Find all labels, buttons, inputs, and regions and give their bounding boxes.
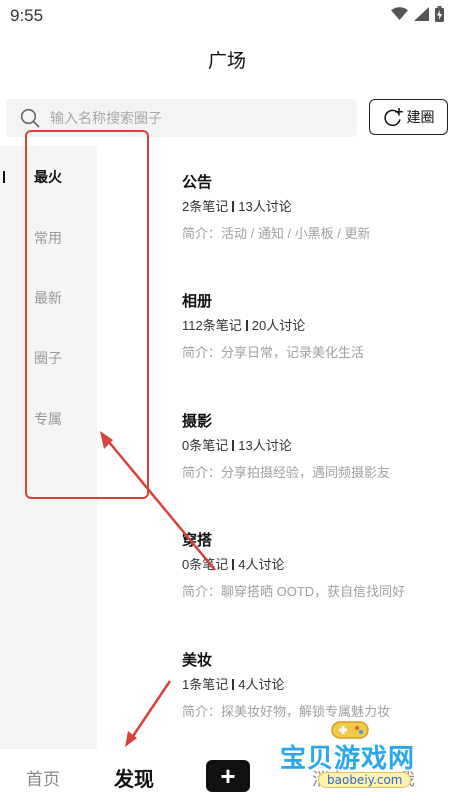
create-circle-button[interactable]: 建圈: [369, 99, 448, 135]
cellular-signal-icon: [414, 7, 429, 21]
category-sidebar: 最火 常用 最新 圈子 专属: [0, 146, 97, 749]
circle-notes: 112条笔记: [182, 318, 242, 333]
create-circle-label: 建圈: [406, 109, 435, 125]
circle-notes: 2条笔记: [182, 199, 229, 214]
nav-add-button[interactable]: +: [206, 760, 250, 792]
bottom-nav: 首页 发现 + 消息 我: [0, 749, 454, 807]
stat-separator: [232, 679, 235, 690]
circle-list: 公告 2条笔记 13人讨论 简介：活动 / 通知 / 小黑板 / 更新 相册 11…: [97, 146, 454, 749]
circle-name: 穿搭: [182, 532, 213, 549]
circle-description: 简介：探美妆好物，解锁专属魅力妆: [182, 704, 391, 719]
circle-discussions: 13人讨论: [238, 438, 292, 453]
search-icon: [20, 108, 40, 128]
circle-description: 简介：活动 / 通知 / 小黑板 / 更新: [182, 226, 371, 241]
circle-name: 公告: [182, 174, 213, 191]
circle-name: 摄影: [182, 413, 213, 430]
circle-item-album[interactable]: 相册 112条笔记 20人讨论 简介：分享日常，记录美化生活: [182, 292, 442, 362]
circle-stats: 0条笔记 4人讨论: [182, 556, 442, 574]
sidebar-item-circles[interactable]: 圈子: [34, 348, 62, 368]
circle-discussions: 20人讨论: [251, 318, 306, 333]
title-bar: 广场: [0, 40, 454, 84]
stat-separator: [232, 559, 235, 570]
sidebar-item-newest[interactable]: 最新: [34, 288, 62, 308]
circle-item-photography[interactable]: 摄影 0条笔记 13人讨论 简介：分享拍摄经验，遇同频摄影友: [182, 412, 442, 482]
circle-discussions: 13人讨论: [238, 199, 292, 214]
circle-name: 美妆: [182, 652, 213, 669]
circle-stats: 1条笔记 4人讨论: [182, 676, 442, 694]
nav-messages[interactable]: 消息: [312, 765, 346, 790]
status-bar: 9:55: [0, 0, 454, 32]
stat-separator: [232, 440, 235, 451]
circle-stats: 112条笔记 20人讨论: [182, 317, 442, 335]
circle-item-makeup[interactable]: 美妆 1条笔记 4人讨论 简介：探美妆好物，解锁专属魅力妆: [182, 651, 442, 721]
circle-description: 简介：分享拍摄经验，遇同频摄影友: [182, 465, 391, 480]
battery-charging-icon: [435, 6, 444, 22]
circle-notes: 0条笔记: [182, 557, 229, 572]
circle-description: 简介：聊穿搭晒 OOTD，获自信找同好: [182, 584, 406, 599]
active-indicator: [3, 171, 5, 183]
circle-notes: 0条笔记: [182, 438, 229, 453]
stat-separator: [245, 320, 248, 331]
circle-item-announcement[interactable]: 公告 2条笔记 13人讨论 简介：活动 / 通知 / 小黑板 / 更新: [182, 173, 442, 243]
search-box[interactable]: [6, 99, 357, 137]
sidebar-item-frequent[interactable]: 常用: [34, 228, 62, 248]
create-circle-icon: [383, 107, 403, 127]
circle-discussions: 4人讨论: [238, 557, 285, 572]
stat-separator: [232, 201, 235, 212]
sidebar-item-exclusive[interactable]: 专属: [34, 409, 62, 429]
wifi-icon: [391, 7, 408, 20]
circle-stats: 2条笔记 13人讨论: [182, 198, 442, 216]
circle-stats: 0条笔记 13人讨论: [182, 437, 442, 455]
nav-discover[interactable]: 发现: [114, 763, 154, 792]
sidebar-item-hottest[interactable]: 最火: [34, 167, 62, 187]
circle-notes: 1条笔记: [182, 677, 229, 692]
search-input[interactable]: [50, 110, 310, 126]
circle-item-outfit[interactable]: 穿搭 0条笔记 4人讨论 简介：聊穿搭晒 OOTD，获自信找同好: [182, 531, 442, 601]
nav-home[interactable]: 首页: [26, 765, 60, 790]
nav-me[interactable]: 我: [398, 765, 415, 790]
status-icons: [391, 6, 444, 22]
page-title: 广场: [207, 51, 246, 72]
status-time: 9:55: [10, 6, 44, 25]
plus-icon: +: [220, 761, 236, 791]
circle-description: 简介：分享日常，记录美化生活: [182, 345, 365, 360]
circle-name: 相册: [182, 293, 213, 310]
search-row: 建圈: [0, 96, 454, 140]
circle-discussions: 4人讨论: [238, 677, 285, 692]
